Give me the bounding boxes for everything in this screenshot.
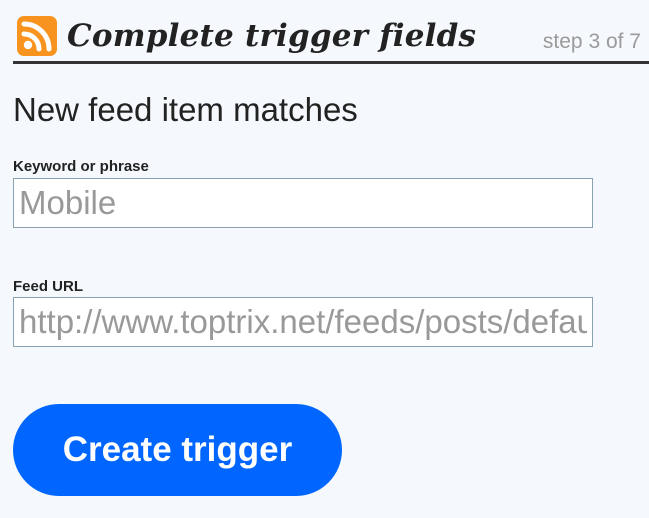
trigger-name: New feed item matches bbox=[13, 91, 358, 128]
keyword-field[interactable] bbox=[13, 178, 593, 228]
step-indicator: step 3 of 7 bbox=[542, 30, 641, 53]
feed-url-field-label: Feed URL bbox=[13, 278, 84, 295]
page-header: Complete trigger fields step 3 of 7 bbox=[13, 10, 649, 64]
rss-feed-icon bbox=[17, 16, 57, 56]
feed-url-field[interactable] bbox=[13, 297, 593, 347]
keyword-field-label: Keyword or phrase bbox=[13, 158, 149, 175]
create-trigger-button[interactable]: Create trigger bbox=[13, 404, 342, 496]
page-title: Complete trigger fields bbox=[67, 18, 477, 54]
